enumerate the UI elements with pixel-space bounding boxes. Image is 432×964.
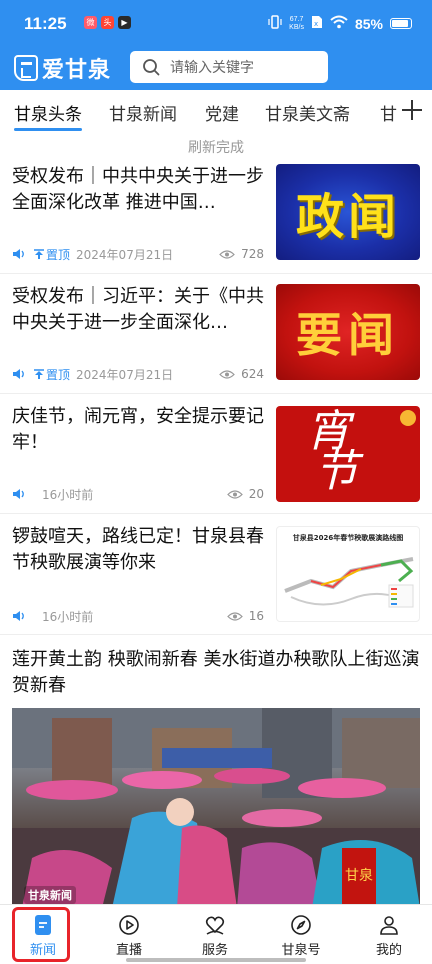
live-play-icon (119, 915, 139, 935)
view-count: 16 (226, 609, 264, 623)
nav-profile[interactable]: 我的 (346, 905, 432, 964)
eye-icon (226, 489, 243, 499)
news-time: 16小时前 (42, 487, 94, 502)
video-caption: 甘泉新闻 (24, 886, 76, 904)
nav-service[interactable]: 服务 (172, 905, 258, 964)
logo-mark-icon (14, 55, 38, 81)
thumbnail-text: 要闻 (296, 308, 400, 362)
add-channel-icon[interactable] (400, 98, 424, 122)
tab-party-building[interactable]: 党建 (205, 100, 239, 125)
wifi-icon (330, 15, 348, 32)
home-indicator[interactable] (126, 958, 306, 962)
view-count: 20 (226, 487, 264, 501)
news-title: 锣鼓喧天，路线已定！甘泉县春节秧歌展演等你来 (12, 526, 264, 573)
speaker-icon[interactable] (12, 610, 26, 622)
search-placeholder: 请输入关键字 (170, 60, 254, 76)
compass-icon (291, 915, 311, 935)
app-name: 爱甘泉 (42, 57, 112, 83)
news-meta: 16小时前 16 (12, 608, 264, 624)
app-logo[interactable]: 爱甘泉 (14, 52, 111, 84)
status-app-icons: 微 头 ▶ (84, 16, 131, 29)
nav-ganquan-account[interactable]: 甘泉号 (258, 905, 344, 964)
view-count: 624 (219, 367, 264, 381)
eye-icon (226, 611, 243, 621)
svg-text:甘泉: 甘泉 (345, 867, 373, 884)
news-title: 受权发布｜中共中央关于进一步全面深化改革 推进中国… (12, 166, 264, 213)
nav-label: 服务 (201, 943, 228, 958)
video-thumbnail[interactable]: 甘泉 甘泉新闻 (12, 708, 420, 908)
news-notify-icon: 头 (101, 16, 114, 29)
news-meta: 16小时前 20 (12, 486, 264, 502)
search-icon (143, 59, 160, 76)
tab-ganquan-more[interactable]: 甘 (380, 100, 397, 125)
speaker-icon[interactable] (12, 488, 26, 500)
view-count: 728 (219, 247, 264, 261)
video-notify-icon: ▶ (118, 16, 131, 29)
pin-top-icon (34, 369, 44, 379)
news-item[interactable]: 受权发布｜习近平：关于《中共中央关于进一步全面深化… 置顶 2024年07月21… (0, 274, 432, 394)
tab-ganquan-news[interactable]: 甘泉新闻 (109, 100, 177, 125)
news-meta: 置顶 2024年07月21日 624 (12, 366, 264, 382)
pinned-label: 置顶 (46, 367, 71, 382)
view-count-value: 624 (241, 367, 264, 381)
vibrate-icon (268, 15, 282, 32)
lantern-icon (400, 410, 416, 426)
nav-label: 直播 (115, 943, 142, 958)
pinned-badge: 置顶 (34, 366, 70, 383)
profile-icon (380, 916, 398, 935)
weibo-notify-icon: 微 (84, 16, 97, 29)
eye-icon (219, 369, 235, 379)
pinned-badge: 置顶 (34, 246, 70, 263)
thumbnail-text: 节 (314, 446, 358, 497)
status-time: 11:25 (24, 14, 67, 33)
news-thumbnail[interactable]: 甘泉县2026年春节秧歌展演路线图 (276, 526, 420, 622)
news-meta: 置顶 2024年07月21日 728 (12, 246, 264, 262)
tab-ganquan-essays[interactable]: 甘泉美文斋 (265, 100, 350, 125)
service-heart-icon (205, 916, 225, 935)
news-item[interactable]: 庆佳节，闹元宵，安全提示要记牢！ 16小时前 20 宵 节 (0, 394, 432, 514)
view-count-value: 20 (248, 487, 264, 501)
news-title: 受权发布｜习近平：关于《中共中央关于进一步全面深化… (12, 286, 264, 333)
news-thumbnail[interactable]: 政闻 (276, 164, 420, 260)
pinned-label: 置顶 (46, 247, 71, 262)
speaker-icon[interactable] (12, 368, 26, 380)
net-speed-value: 67.7 (289, 15, 304, 23)
eye-icon (219, 249, 235, 259)
nav-live[interactable]: 直播 (86, 905, 172, 964)
nav-news-highlight-box (12, 907, 70, 962)
app-header: 爱甘泉 请输入关键字 (0, 48, 432, 90)
status-right: 67.7 KB/s x 85% (268, 15, 412, 32)
sim-icon: x (311, 15, 323, 32)
net-speed: 67.7 KB/s (289, 16, 304, 32)
news-title: 庆佳节，闹元宵，安全提示要记牢！ (12, 406, 264, 453)
news-date: 2024年07月21日 (76, 367, 174, 382)
news-time: 16小时前 (42, 609, 94, 624)
view-count-value: 16 (248, 609, 264, 623)
status-bar: 11:25 微 头 ▶ 67.7 KB/s x 85% (0, 0, 432, 48)
news-date: 2024年07月21日 (76, 247, 174, 262)
news-title: 莲开黄土韵 秧歌闹新春 美水街道办秧歌队上街巡演贺新春 (12, 649, 420, 696)
battery-icon (390, 18, 412, 29)
news-thumbnail[interactable]: 宵 节 (276, 406, 420, 502)
news-thumbnail[interactable]: 要闻 (276, 284, 420, 380)
svg-text:x: x (314, 20, 318, 28)
view-count-value: 728 (241, 247, 264, 261)
speaker-icon[interactable] (12, 248, 26, 260)
nav-label: 我的 (375, 943, 402, 958)
news-item[interactable]: 锣鼓喧天，路线已定！甘泉县春节秧歌展演等你来 16小时前 16 甘泉县2026年… (0, 514, 432, 635)
news-item[interactable]: 受权发布｜中共中央关于进一步全面深化改革 推进中国… 置顶 2024年07月21… (0, 154, 432, 274)
channel-tabs: 甘泉头条 甘泉新闻 党建 甘泉美文斋 甘 (0, 90, 432, 136)
yangko-performance-image: 甘泉 (12, 708, 420, 908)
search-input[interactable]: 请输入关键字 (130, 51, 328, 83)
battery-percent: 85% (354, 15, 383, 32)
nav-label: 甘泉号 (281, 943, 321, 958)
pin-top-icon (34, 249, 44, 259)
route-map-graphic (284, 557, 414, 608)
thumbnail-text: 政闻 (295, 189, 400, 245)
net-speed-unit: KB/s (289, 23, 304, 31)
tab-ganquan-headlines[interactable]: 甘泉头条 (14, 100, 82, 125)
active-tab-indicator (14, 128, 82, 131)
